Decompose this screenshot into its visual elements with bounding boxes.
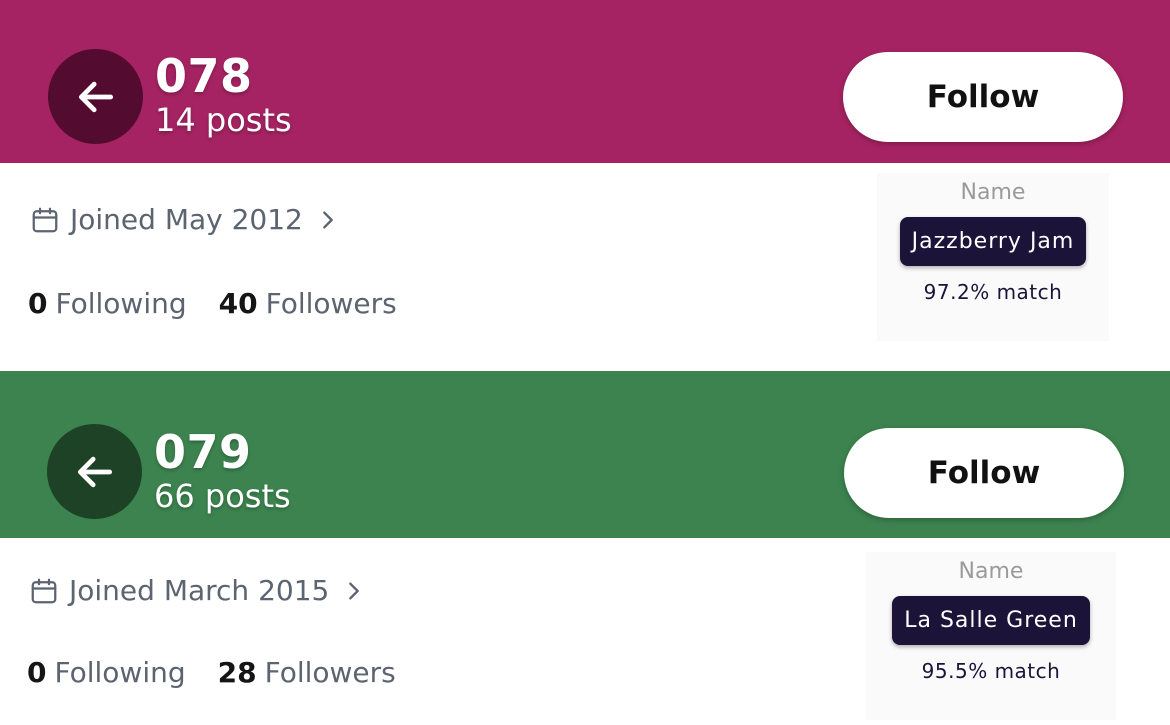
profile-header: 079 66 posts Follow xyxy=(0,371,1170,538)
joined-date[interactable]: Joined May 2012 xyxy=(30,203,339,236)
color-name-panel: Name Jazzberry Jam 97.2% match xyxy=(877,173,1109,341)
arrow-left-icon xyxy=(78,81,113,112)
profile-body: Joined March 2015 0 Following 28 Followe… xyxy=(0,538,1170,725)
arrow-left-icon xyxy=(77,456,112,487)
match-percentage: 97.2% match xyxy=(923,280,1063,304)
chevron-right-icon xyxy=(317,209,339,231)
title-block: 079 66 posts xyxy=(154,426,291,514)
follow-button[interactable]: Follow xyxy=(844,428,1124,518)
profile-title: 078 xyxy=(155,49,253,103)
followers-stat[interactable]: 40 Followers xyxy=(219,287,397,320)
followers-count: 28 xyxy=(217,656,257,689)
back-button[interactable] xyxy=(47,424,142,519)
following-count: 0 xyxy=(28,287,48,320)
color-name-chip: Jazzberry Jam xyxy=(899,217,1087,266)
following-stat[interactable]: 0 Following xyxy=(27,656,186,689)
post-count: 66 posts xyxy=(154,477,291,515)
joined-text: Joined March 2015 xyxy=(69,574,330,607)
followers-count: 40 xyxy=(218,287,258,320)
followers-stat[interactable]: 28 Followers xyxy=(218,656,396,689)
followers-label: Followers xyxy=(264,656,396,689)
color-name-panel: Name La Salle Green 95.5% match xyxy=(866,552,1116,720)
calendar-icon xyxy=(30,205,60,235)
title-block: 078 14 posts xyxy=(155,50,292,138)
joined-text: Joined May 2012 xyxy=(70,203,303,236)
profile-header: 078 14 posts Follow xyxy=(0,0,1170,163)
follow-button[interactable]: Follow xyxy=(843,52,1123,142)
profile-card-078: 078 14 posts Follow Joined May 2012 0 Fo… xyxy=(0,0,1170,371)
name-label: Name xyxy=(960,180,1026,205)
match-percentage: 95.5% match xyxy=(921,659,1061,683)
chevron-right-icon xyxy=(343,580,365,602)
following-stat[interactable]: 0 Following xyxy=(28,287,187,320)
following-label: Following xyxy=(55,287,187,320)
following-count: 0 xyxy=(27,656,47,689)
back-button[interactable] xyxy=(48,49,143,144)
post-count: 14 posts xyxy=(155,101,292,139)
profile-card-079: 079 66 posts Follow Joined March 2015 0 … xyxy=(0,371,1170,725)
name-label: Name xyxy=(958,559,1024,584)
profile-body: Joined May 2012 0 Following 40 Followers… xyxy=(0,163,1170,371)
calendar-icon xyxy=(29,576,59,606)
follow-stats: 0 Following 28 Followers xyxy=(27,656,396,689)
following-label: Following xyxy=(54,656,186,689)
follow-stats: 0 Following 40 Followers xyxy=(28,287,397,320)
color-name-chip: La Salle Green xyxy=(892,596,1090,645)
joined-date[interactable]: Joined March 2015 xyxy=(29,574,365,607)
profile-title: 079 xyxy=(154,425,252,479)
followers-label: Followers xyxy=(265,287,397,320)
